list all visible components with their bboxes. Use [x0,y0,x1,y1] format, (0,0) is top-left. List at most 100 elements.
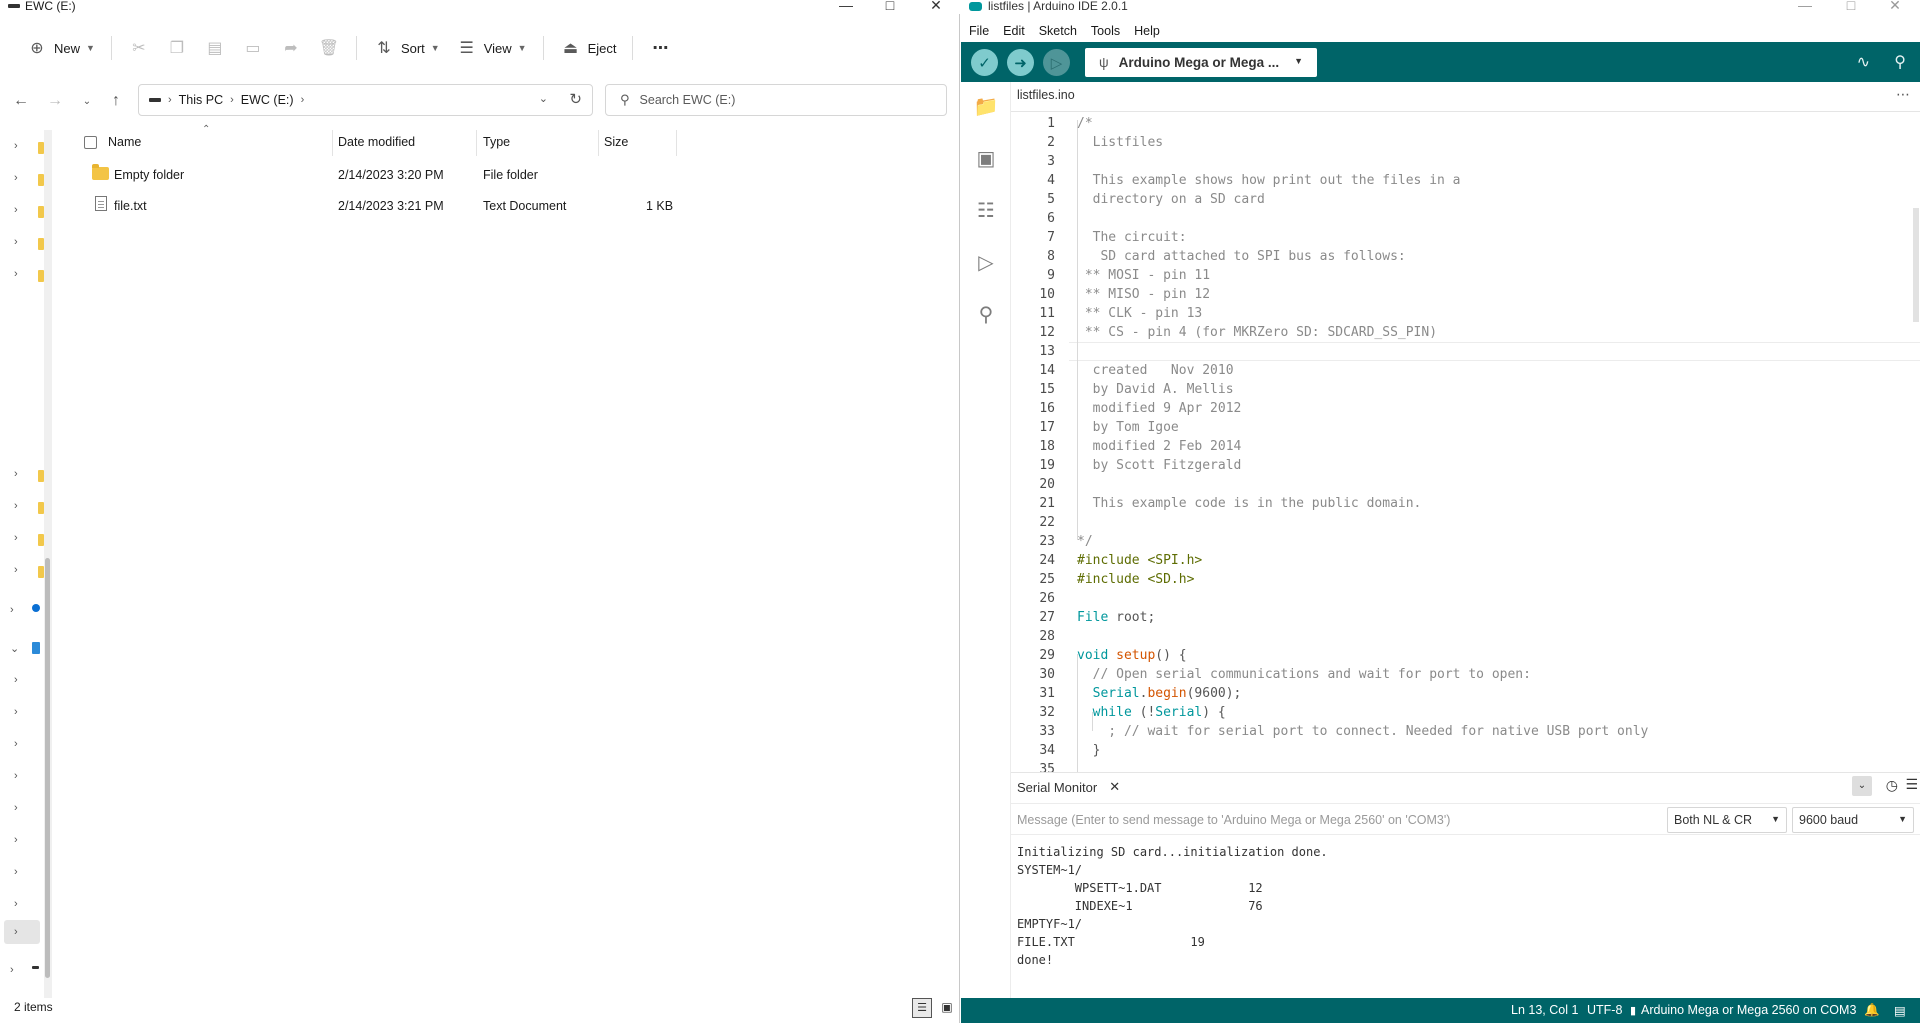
column-divider[interactable] [332,130,333,156]
column-divider[interactable] [598,130,599,156]
tree-expand-icon[interactable]: › [14,140,18,152]
select-all-checkbox[interactable] [84,136,97,149]
tree-expand-icon[interactable]: › [14,866,18,878]
column-size[interactable]: Size [604,135,628,149]
cut-button[interactable]: ✂ [120,32,158,64]
board-selector[interactable]: ψ Arduino Mega or Mega ... ▼ [1085,48,1317,77]
view-button[interactable]: ☰ View ▼ [448,32,535,64]
serial-monitor-tab[interactable]: Serial Monitor ✕ [1017,779,1120,795]
code-editor[interactable]: 1/* 2 Listfiles 3 4 This example shows how … [1011,112,1920,772]
close-icon[interactable]: ✕ [1109,779,1120,795]
tree-expand-icon[interactable]: › [14,770,18,782]
paste-button[interactable]: ▤ [196,32,234,64]
notifications-icon[interactable]: 🔔 [1864,1003,1880,1018]
timestamp-icon[interactable]: ◷ [1886,777,1898,794]
serial-plotter-button[interactable]: ∿ [1857,52,1870,72]
upload-button[interactable]: ➜ [1007,49,1034,76]
search-box[interactable]: ⚲ Search EWC (E:) [605,84,947,116]
tree-expand-icon[interactable]: › [14,674,18,686]
breadcrumb-drive[interactable]: EWC (E:) [241,93,294,107]
clear-output-icon[interactable]: ☰ [1905,776,1918,793]
line-ending-select[interactable]: Both NL & CR ▼ [1667,807,1787,833]
menu-sketch[interactable]: Sketch [1039,24,1077,38]
copy-button[interactable]: ❐ [158,32,196,64]
address-bar[interactable]: › This PC › EWC (E:) › ⌄ ↻ [138,84,593,116]
file-encoding[interactable]: UTF-8 [1587,1003,1622,1017]
library-manager-icon[interactable]: ☷ [973,198,999,222]
rename-button[interactable]: ▭ [234,32,272,64]
column-date-modified[interactable]: Date modified [338,135,415,149]
sort-button[interactable]: ⇅ Sort ▼ [365,32,448,64]
new-button[interactable]: ⊕ New ▼ [18,32,103,64]
tree-expand-icon[interactable]: › [14,706,18,718]
serial-message-input[interactable] [1017,808,1657,832]
toggle-autoscroll-button[interactable]: ⌄ [1852,776,1872,796]
menu-tools[interactable]: Tools [1091,24,1120,38]
navigation-pane-scrollbar[interactable] [44,130,52,998]
menu-edit[interactable]: Edit [1003,24,1025,38]
column-divider[interactable] [476,130,477,156]
share-button[interactable]: ➦ [272,32,310,64]
tree-expand-icon[interactable]: › [10,604,14,616]
tab-listfiles-ino[interactable]: listfiles.ino [1017,88,1075,102]
address-history-dropdown[interactable]: ⌄ [539,92,548,105]
scrollbar-thumb[interactable] [45,558,50,978]
back-button[interactable]: ← [10,92,32,110]
board-name: Arduino Mega or Mega ... [1118,55,1280,70]
search-icon[interactable]: ⚲ [973,302,999,326]
column-divider[interactable] [676,130,677,156]
tree-expand-icon[interactable]: › [14,738,18,750]
tree-expand-icon[interactable]: › [14,898,18,910]
boards-manager-icon[interactable]: ▣ [973,146,999,170]
toggle-panel-icon[interactable]: ▤ [1894,1003,1906,1018]
refresh-icon[interactable]: ↻ [569,90,582,108]
tree-expand-icon[interactable]: › [14,834,18,846]
more-options-button[interactable]: ⋯ [641,32,679,64]
serial-monitor-button[interactable]: ⚲ [1894,52,1906,72]
verify-button[interactable]: ✓ [971,49,998,76]
minimize-button[interactable]: — [826,0,866,13]
breadcrumb-this-pc[interactable]: This PC [179,93,223,107]
recent-locations-button[interactable]: ⌄ [76,96,98,107]
minimize-button[interactable]: — [1785,0,1825,13]
tree-expand-icon[interactable]: › [14,564,18,576]
tree-expand-icon[interactable]: › [14,926,18,938]
close-button[interactable]: ✕ [916,0,956,14]
board-port-status[interactable]: Arduino Mega or Mega 2560 on COM3 [1641,1003,1856,1017]
debug-button[interactable]: ▷ [1043,49,1070,76]
file-row-empty-folder[interactable]: Empty folder 2/14/2023 3:20 PM File fold… [92,161,692,189]
editor-scrollbar[interactable] [1912,112,1920,772]
tree-expand-icon[interactable]: › [14,500,18,512]
menu-help[interactable]: Help [1134,24,1160,38]
forward-button[interactable]: → [44,92,66,110]
baud-rate-select[interactable]: 9600 baud ▼ [1792,807,1914,833]
debug-icon[interactable]: ▷ [973,250,999,274]
tree-expand-icon[interactable]: › [14,802,18,814]
tree-expand-icon[interactable]: › [14,268,18,280]
maximize-button[interactable]: □ [1831,0,1871,13]
eject-button[interactable]: ⏏ Eject [552,32,625,64]
sketchbook-icon[interactable]: 📁 [973,94,999,118]
tree-expand-icon[interactable]: › [14,532,18,544]
tree-collapse-icon[interactable]: ⌄ [10,642,19,655]
more-tabs-icon[interactable]: ⋯ [1896,86,1910,103]
column-type[interactable]: Type [483,135,510,149]
large-icons-view-button[interactable]: ▣ [937,998,957,1018]
tree-item-selected[interactable] [4,920,40,944]
tree-expand-icon[interactable]: › [14,468,18,480]
details-view-button[interactable]: ☰ [912,998,932,1018]
maximize-button[interactable]: □ [870,0,910,13]
up-button[interactable]: ↑ [105,92,127,110]
tree-expand-icon[interactable]: › [14,172,18,184]
tree-expand-icon[interactable]: › [10,964,14,976]
column-name[interactable]: Name [108,135,141,149]
scrollbar-thumb[interactable] [1913,208,1919,322]
tree-expand-icon[interactable]: › [14,204,18,216]
close-button[interactable]: ✕ [1875,0,1915,14]
file-row-file-txt[interactable]: file.txt 2/14/2023 3:21 PM Text Document… [92,192,692,220]
tree-expand-icon[interactable]: › [14,236,18,248]
chevron-right-icon[interactable]: › [301,94,305,106]
menu-file[interactable]: File [969,24,989,38]
delete-button[interactable]: 🗑 [310,32,348,64]
cursor-position[interactable]: Ln 13, Col 1 [1511,1003,1578,1017]
